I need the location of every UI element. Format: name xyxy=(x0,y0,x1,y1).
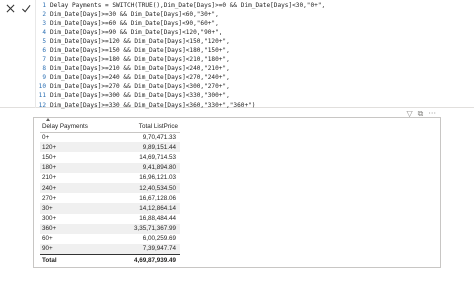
dax-formula-editor[interactable]: 1 Delay Payments = SWITCH(TRUE(),Dim_Date… xyxy=(36,1,474,110)
formula-text: Dim_Date[Days]>=270 && Dim_Date[Days]<30… xyxy=(50,83,230,91)
data-table: Delay Payments Total ListPrice 0+ 9,70,47… xyxy=(40,121,180,267)
formula-text: Dim_Date[Days]>=330 && Dim_Date[Days]<36… xyxy=(50,101,256,109)
formula-line: 5 Dim_Date[Days]>=120 && Dim_Date[Days]<1… xyxy=(36,37,474,46)
delay-bucket-cell: 240+ xyxy=(40,182,112,194)
table-row[interactable]: 150+ 14,69,714.53 xyxy=(40,152,180,162)
table-row[interactable]: 120+ 9,89,151.44 xyxy=(40,142,180,153)
formula-text: Dim_Date[Days]>=30 && Dim_Date[Days]<60,… xyxy=(50,11,219,19)
listprice-cell: 9,41,894.80 xyxy=(111,162,180,173)
formula-actions xyxy=(0,0,36,16)
delay-bucket-cell: 270+ xyxy=(42,194,57,202)
checkmark-icon[interactable] xyxy=(19,1,33,15)
column-header-total-listprice[interactable]: Total ListPrice xyxy=(111,121,180,133)
line-number: 7 xyxy=(42,56,46,64)
listprice-cell: 14,12,864.14 xyxy=(111,203,180,214)
table-row[interactable]: 0+ 9,70,471.33 xyxy=(40,132,180,142)
line-number: 12 xyxy=(38,101,46,109)
close-icon[interactable] xyxy=(3,1,17,15)
listprice-cell: 16,67,128.06 xyxy=(139,194,176,202)
delay-bucket-cell: 180+ xyxy=(40,162,112,173)
table-visual[interactable]: ▽ ⧉ ··· Delay Payments Total ListPrice 0… xyxy=(33,110,441,268)
formula-bar: 1 Delay Payments = SWITCH(TRUE(),Dim_Date… xyxy=(0,0,474,110)
delay-bucket-cell: 300+ xyxy=(42,215,57,223)
formula-text: Delay Payments = SWITCH(TRUE(),Dim_Date[… xyxy=(50,2,326,9)
listprice-cell: 14,69,714.53 xyxy=(139,153,176,161)
formula-line: 8 Dim_Date[Days]>=210 && Dim_Date[Days]<2… xyxy=(36,64,474,73)
listprice-cell: 3,35,71,367.99 xyxy=(111,223,180,234)
total-value: 4,69,87,939.49 xyxy=(111,253,180,267)
listprice-cell: 9,89,151.44 xyxy=(111,142,180,153)
table-row[interactable]: 360+ 3,35,71,367.99 xyxy=(40,223,180,234)
listprice-cell: 9,70,471.33 xyxy=(142,133,176,141)
filter-icon[interactable]: ▽ xyxy=(406,110,412,118)
listprice-cell: 7,39,947.74 xyxy=(111,244,180,255)
formula-line: 9 Dim_Date[Days]>=240 && Dim_Date[Days]<2… xyxy=(36,73,474,82)
table-row[interactable]: 300+ 16,88,484.44 xyxy=(40,214,180,224)
line-number: 2 xyxy=(42,11,46,19)
listprice-cell: 12,40,534.50 xyxy=(111,182,180,194)
listprice-cell: 16,88,484.44 xyxy=(139,215,176,223)
formula-line: 10 Dim_Date[Days]>=270 && Dim_Date[Days]<… xyxy=(36,82,474,91)
listprice-cell: 16,96,121.03 xyxy=(139,174,176,182)
delay-bucket-cell: 120+ xyxy=(40,142,112,153)
table-total-row: Total 4,69,87,939.49 xyxy=(40,253,180,267)
delay-bucket-cell: 30+ xyxy=(40,203,112,214)
delay-bucket-cell: 90+ xyxy=(40,244,112,255)
line-number: 8 xyxy=(42,65,46,73)
table-row[interactable]: 180+ 9,41,894.80 xyxy=(40,162,180,173)
delay-bucket-cell: 360+ xyxy=(40,223,112,234)
line-number: 11 xyxy=(38,92,46,100)
formula-line: 3 Dim_Date[Days]>=60 && Dim_Date[Days]<90… xyxy=(36,19,474,28)
line-number: 6 xyxy=(42,47,46,55)
formula-text: Dim_Date[Days]>=150 && Dim_Date[Days]<18… xyxy=(50,47,230,55)
line-number: 4 xyxy=(42,29,46,37)
formula-line: 4 Dim_Date[Days]>=90 && Dim_Date[Days]<12… xyxy=(36,28,474,37)
line-number: 1 xyxy=(42,2,46,9)
formula-text: Dim_Date[Days]>=300 && Dim_Date[Days]<33… xyxy=(50,92,230,100)
table-row[interactable]: 270+ 16,67,128.06 xyxy=(40,193,180,203)
formula-text: Dim_Date[Days]>=60 && Dim_Date[Days]<90,… xyxy=(50,20,219,28)
delay-bucket-cell: 60+ xyxy=(42,235,53,243)
formula-line: 6 Dim_Date[Days]>=150 && Dim_Date[Days]<1… xyxy=(36,46,474,55)
table-row[interactable]: 240+ 12,40,534.50 xyxy=(40,182,180,194)
line-number: 10 xyxy=(38,83,46,91)
focus-mode-icon[interactable]: ⧉ xyxy=(418,110,424,118)
delay-bucket-cell: 150+ xyxy=(42,153,57,161)
table-header-row: Delay Payments Total ListPrice xyxy=(40,121,180,133)
formula-text: Dim_Date[Days]>=180 && Dim_Date[Days]<21… xyxy=(50,56,230,64)
table-row[interactable]: 90+ 7,39,947.74 xyxy=(40,244,180,255)
total-label: Total xyxy=(40,253,112,267)
line-number: 9 xyxy=(42,74,46,82)
delay-bucket-cell: 0+ xyxy=(42,133,50,141)
line-number: 5 xyxy=(42,38,46,46)
column-header-delay-payments[interactable]: Delay Payments xyxy=(40,121,112,133)
listprice-cell: 6,00,259.69 xyxy=(142,235,176,243)
formula-line: 11 Dim_Date[Days]>=300 && Dim_Date[Days]<… xyxy=(36,91,474,100)
formula-text: Dim_Date[Days]>=210 && Dim_Date[Days]<24… xyxy=(50,65,230,73)
formula-line: 7 Dim_Date[Days]>=180 && Dim_Date[Days]<2… xyxy=(36,55,474,64)
visual-header: ▽ ⧉ ··· xyxy=(406,109,436,119)
table-row[interactable]: 60+ 6,00,259.69 xyxy=(40,234,180,244)
formula-text: Dim_Date[Days]>=90 && Dim_Date[Days]<120… xyxy=(50,29,223,37)
delay-bucket-cell: 210+ xyxy=(42,174,57,182)
formula-text: Dim_Date[Days]>=240 && Dim_Date[Days]<27… xyxy=(50,74,230,82)
more-options-icon[interactable]: ··· xyxy=(428,110,436,118)
formula-line: 2 Dim_Date[Days]>=30 && Dim_Date[Days]<60… xyxy=(36,10,474,19)
table-row[interactable]: 210+ 16,96,121.03 xyxy=(40,173,180,183)
line-number: 3 xyxy=(42,20,46,28)
formula-line: 1 Delay Payments = SWITCH(TRUE(),Dim_Date… xyxy=(36,1,474,10)
formula-text: Dim_Date[Days]>=120 && Dim_Date[Days]<15… xyxy=(50,38,230,46)
table-row[interactable]: 30+ 14,12,864.14 xyxy=(40,203,180,214)
